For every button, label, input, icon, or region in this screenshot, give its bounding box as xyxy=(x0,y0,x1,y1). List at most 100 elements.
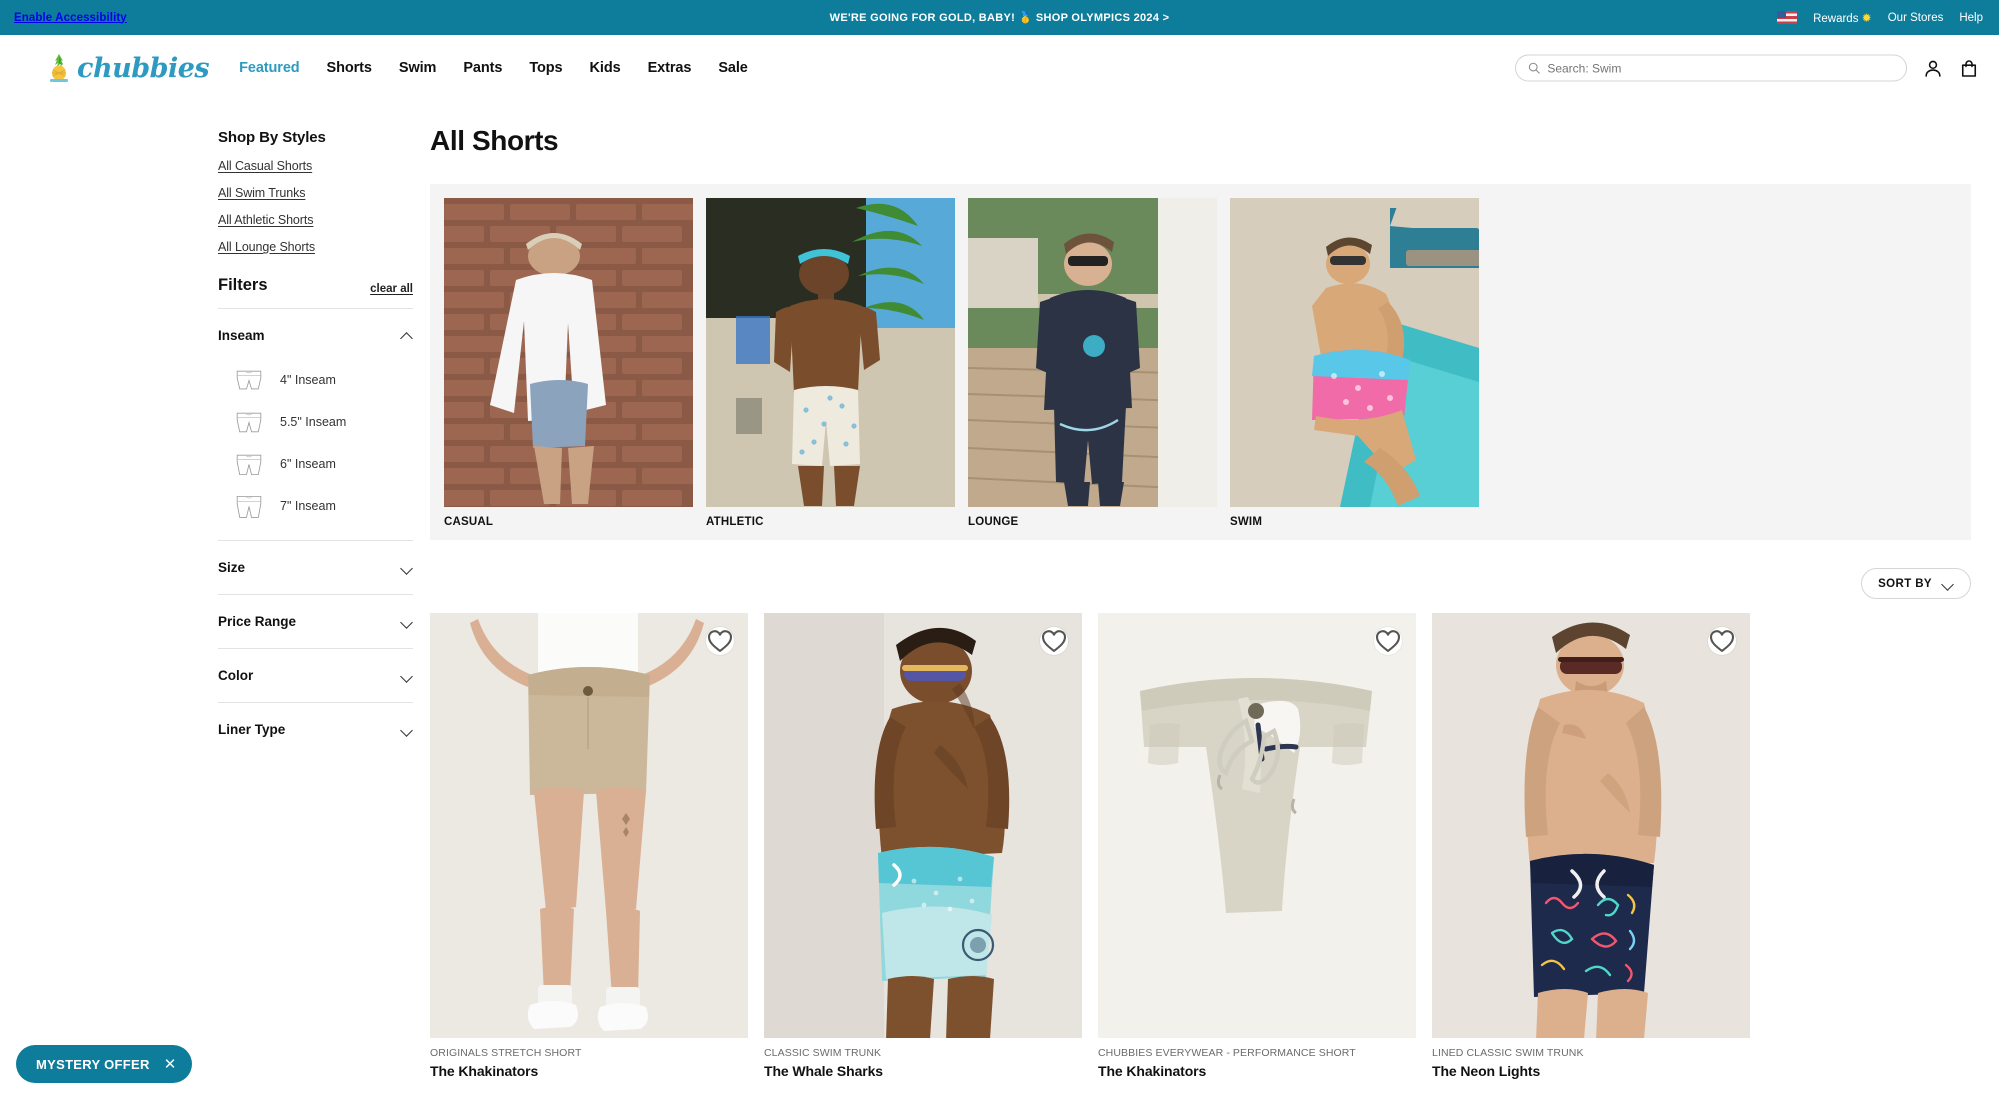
divider xyxy=(218,702,413,703)
nav-item-kids[interactable]: Kids xyxy=(590,60,621,76)
search-input[interactable] xyxy=(1547,61,1894,75)
inseam-option-4-label: 4" Inseam xyxy=(280,373,336,387)
product-image-neon-lights[interactable] xyxy=(1432,613,1750,1038)
product-subtitle: CHUBBIES EVERYWEAR - PERFORMANCE SHORT xyxy=(1098,1047,1356,1059)
search-icon xyxy=(1528,62,1540,74)
promo-message[interactable]: WE'RE GOING FOR GOLD, BABY! 🥇 SHOP OLYMP… xyxy=(0,11,1999,24)
casual-photo xyxy=(444,198,693,507)
mystery-offer-label: MYSTERY OFFER xyxy=(36,1056,150,1072)
style-link-all-casual-shorts[interactable]: All Casual Shorts xyxy=(218,159,430,173)
chevron-down-icon xyxy=(402,562,413,573)
inseam-option-6[interactable]: 6" Inseam xyxy=(218,443,430,485)
rewards-link[interactable]: Rewards ✹ xyxy=(1813,11,1872,25)
wishlist-button[interactable] xyxy=(1708,627,1736,655)
chevron-down-icon xyxy=(1943,578,1954,589)
style-link-all-swim-trunks[interactable]: All Swim Trunks xyxy=(218,186,430,200)
inseam-option-55-label: 5.5" Inseam xyxy=(280,415,347,429)
heart-icon xyxy=(1709,630,1735,652)
product-subtitle: CLASSIC SWIM TRUNK xyxy=(764,1047,882,1059)
chevron-up-icon xyxy=(402,330,413,341)
facet-inseam-label: Inseam xyxy=(218,328,265,343)
promo-text: WE'RE GOING FOR GOLD, BABY! xyxy=(829,12,1016,24)
shorts-icon xyxy=(236,495,262,518)
category-label-casual: CASUAL xyxy=(444,516,494,528)
sort-by-button[interactable]: SORT BY xyxy=(1861,568,1971,599)
promo-link[interactable]: SHOP OLYMPICS 2024 > xyxy=(1036,12,1169,24)
brand-logo[interactable]: chubbies xyxy=(46,53,210,84)
product-card[interactable]: ORIGINALS STRETCH SHORT The Khakinators xyxy=(430,613,748,1079)
filters-header: Filters clear all xyxy=(218,276,413,295)
nav-item-tops[interactable]: Tops xyxy=(529,60,562,76)
product-photo xyxy=(1098,613,1416,1038)
facet-inseam-toggle[interactable]: Inseam xyxy=(218,322,413,349)
category-card-lounge[interactable]: LOUNGE xyxy=(968,198,1217,528)
product-title[interactable]: The Neon Lights xyxy=(1432,1063,1750,1079)
close-icon[interactable]: ✕ xyxy=(164,1057,177,1072)
shorts-icon xyxy=(236,412,262,432)
facet-inseam-options: 4" Inseam 5.5" Inseam 6" Inseam 7" Insea… xyxy=(218,349,430,527)
inseam-option-55[interactable]: 5.5" Inseam xyxy=(218,401,430,443)
facet-size-toggle[interactable]: Size xyxy=(218,554,413,581)
clear-all-button[interactable]: clear all xyxy=(370,283,413,295)
wishlist-button[interactable] xyxy=(1374,627,1402,655)
our-stores-link[interactable]: Our Stores xyxy=(1888,12,1944,24)
product-card[interactable]: CHUBBIES EVERYWEAR - PERFORMANCE SHORT T… xyxy=(1098,613,1416,1079)
pineapple-icon xyxy=(50,54,68,82)
account-button[interactable] xyxy=(1923,58,1943,78)
us-flag-icon[interactable] xyxy=(1777,11,1798,24)
heart-icon xyxy=(1375,630,1401,652)
star-icon: ✹ xyxy=(1861,10,1872,25)
style-link-all-lounge-shorts[interactable]: All Lounge Shorts xyxy=(218,240,430,254)
shorts-icon xyxy=(236,454,262,475)
nav-item-sale[interactable]: Sale xyxy=(718,60,748,76)
product-grid: ORIGINALS STRETCH SHORT The Khakinators xyxy=(430,613,1971,1079)
product-card[interactable]: LINED CLASSIC SWIM TRUNK The Neon Lights xyxy=(1432,613,1750,1079)
search-box[interactable] xyxy=(1515,54,1907,82)
shorts-icon xyxy=(236,370,262,389)
filters-title: Filters xyxy=(218,276,268,294)
inseam-option-7[interactable]: 7" Inseam xyxy=(218,485,430,527)
product-title[interactable]: The Khakinators xyxy=(430,1063,748,1079)
divider xyxy=(218,648,413,649)
product-title[interactable]: The Whale Sharks xyxy=(764,1063,1082,1079)
product-title[interactable]: The Khakinators xyxy=(1098,1063,1416,1079)
category-image-athletic xyxy=(706,198,955,507)
product-image-khakinators-originals[interactable] xyxy=(430,613,748,1038)
nav-item-swim[interactable]: Swim xyxy=(399,60,437,76)
utility-links: Rewards ✹ Our Stores Help xyxy=(1777,11,1983,25)
category-card-swim[interactable]: SWIM xyxy=(1230,198,1479,528)
divider xyxy=(218,308,413,309)
facet-color-toggle[interactable]: Color xyxy=(218,662,413,689)
facet-price-range-label: Price Range xyxy=(218,614,297,629)
category-card-casual[interactable]: CASUAL xyxy=(444,198,693,528)
athletic-photo xyxy=(706,198,955,507)
help-link[interactable]: Help xyxy=(1959,12,1983,24)
product-card[interactable]: CLASSIC SWIM TRUNK The Whale Sharks xyxy=(764,613,1082,1079)
product-image-khakinators-everywear[interactable] xyxy=(1098,613,1416,1038)
cart-button[interactable] xyxy=(1959,58,1979,78)
facet-color-label: Color xyxy=(218,668,254,683)
wishlist-button[interactable] xyxy=(706,627,734,655)
rewards-label: Rewards xyxy=(1813,12,1859,25)
category-image-casual xyxy=(444,198,693,507)
header-actions xyxy=(1515,54,1979,82)
page-title: All Shorts xyxy=(430,125,559,156)
nav-item-featured[interactable]: Featured xyxy=(239,60,300,76)
nav-item-pants[interactable]: Pants xyxy=(463,60,502,76)
inseam-option-4[interactable]: 4" Inseam xyxy=(218,359,430,401)
chevron-down-icon xyxy=(402,616,413,627)
product-image-whale-sharks[interactable] xyxy=(764,613,1082,1038)
heart-icon xyxy=(707,630,733,652)
wishlist-button[interactable] xyxy=(1040,627,1068,655)
mystery-offer-button[interactable]: MYSTERY OFFER ✕ xyxy=(16,1045,193,1083)
nav-item-shorts[interactable]: Shorts xyxy=(327,60,372,76)
product-photo xyxy=(764,613,1082,1038)
category-strip: CASUAL ATHLETIC LOUNGE SWIM xyxy=(430,184,1971,540)
facet-liner-type-toggle[interactable]: Liner Type xyxy=(218,716,413,743)
inseam-option-7-label: 7" Inseam xyxy=(280,499,336,513)
nav-item-extras[interactable]: Extras xyxy=(648,60,692,76)
category-card-athletic[interactable]: ATHLETIC xyxy=(706,198,955,528)
facet-price-range-toggle[interactable]: Price Range xyxy=(218,608,413,635)
category-label-lounge: LOUNGE xyxy=(968,516,1019,528)
style-link-all-athletic-shorts[interactable]: All Athletic Shorts xyxy=(218,213,430,227)
